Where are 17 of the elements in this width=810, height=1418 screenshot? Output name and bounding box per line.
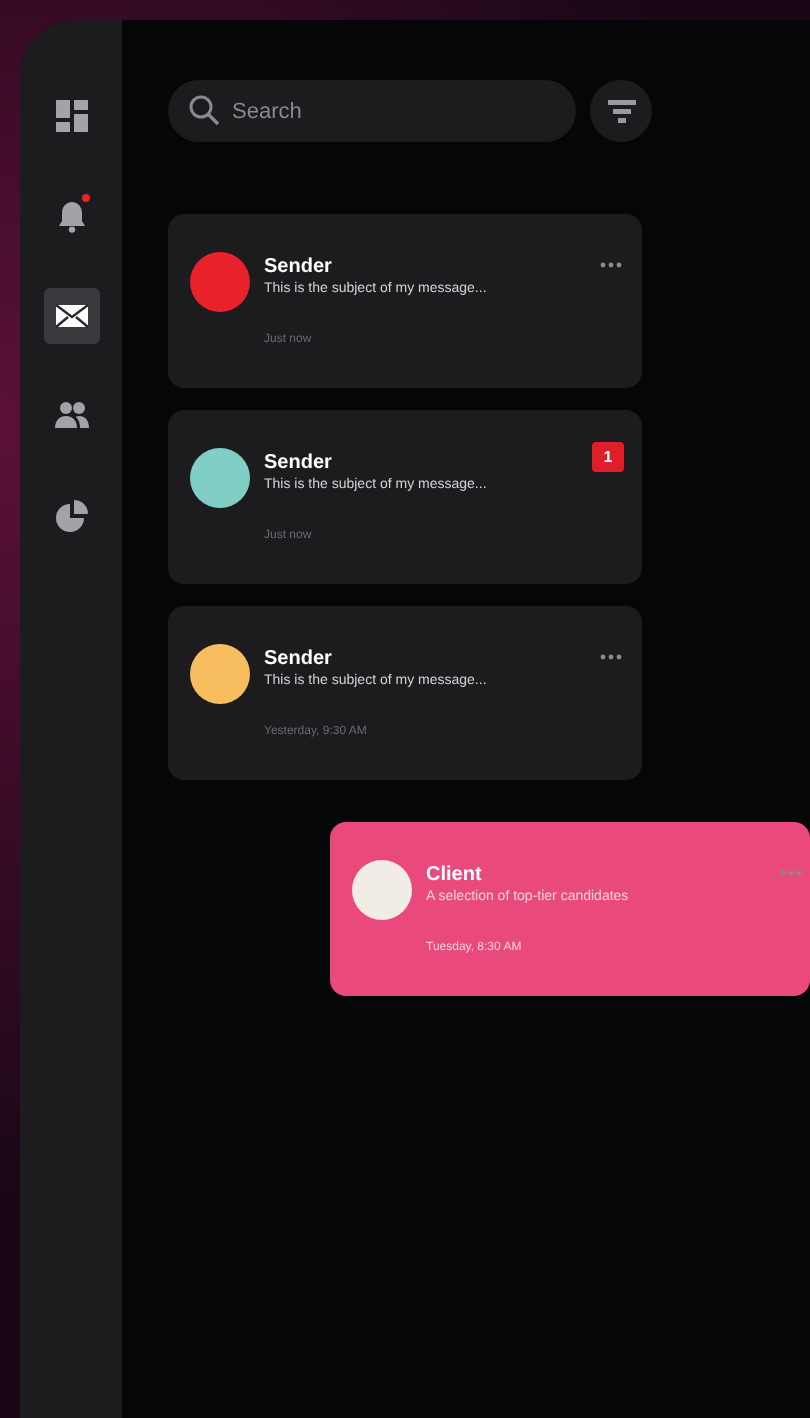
search-field[interactable]: Search	[168, 80, 576, 142]
sender-name: Client	[426, 864, 484, 888]
dashboard-icon	[53, 98, 89, 134]
more-icon[interactable]	[600, 654, 622, 660]
people-icon	[53, 398, 89, 434]
filter-icon	[607, 99, 635, 123]
more-icon[interactable]	[600, 262, 622, 268]
filter-button[interactable]	[590, 80, 652, 142]
pie-chart-icon	[53, 498, 89, 534]
unread-badge: 1	[592, 442, 624, 472]
bell-icon	[53, 198, 89, 234]
sidebar-item[interactable]	[43, 288, 99, 344]
sender-name: Sender	[264, 452, 334, 476]
sender-name: Sender	[264, 648, 334, 672]
envelope-icon	[53, 298, 89, 334]
sender-name: Sender	[264, 256, 334, 280]
search-icon	[188, 94, 220, 126]
